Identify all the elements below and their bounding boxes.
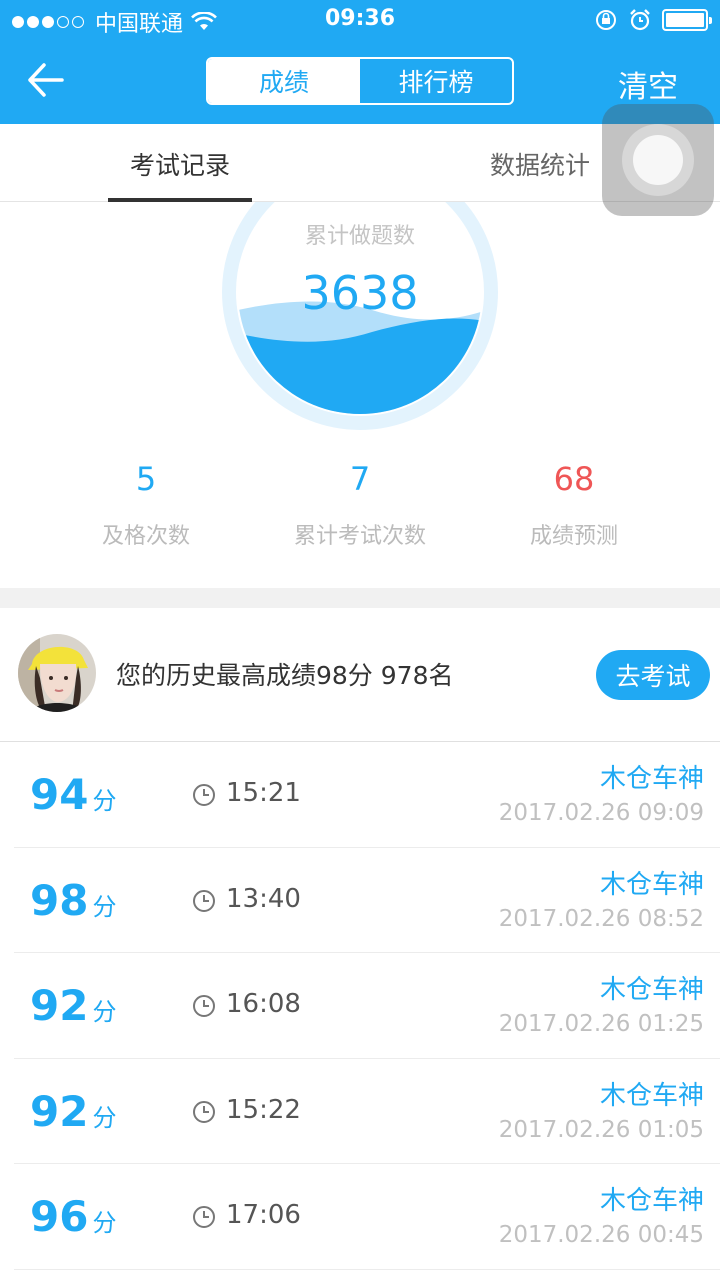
clock-icon bbox=[193, 1100, 215, 1123]
score-unit: 分 bbox=[92, 1209, 117, 1237]
list-item[interactable]: 92 分 15:22 木仓车神 2017.02.26 01:05 bbox=[14, 1059, 720, 1164]
list-item[interactable]: 92 分 16:08 木仓车神 2017.02.26 01:25 bbox=[14, 953, 720, 1059]
section-divider bbox=[0, 588, 720, 608]
record-score: 96 分 bbox=[30, 1192, 116, 1241]
tab-ranking[interactable]: 排行榜 bbox=[360, 59, 512, 103]
clear-button[interactable]: 清空 bbox=[618, 62, 678, 106]
record-username: 木仓车神 bbox=[599, 869, 704, 900]
score-unit: 分 bbox=[92, 787, 117, 815]
stat-score-prediction: 68 成绩预测 bbox=[464, 460, 684, 550]
score-value: 96 bbox=[30, 1192, 89, 1241]
score-value: 92 bbox=[30, 981, 89, 1030]
record-duration: 15:21 bbox=[226, 778, 301, 808]
record-score: 92 分 bbox=[30, 981, 116, 1030]
list-item[interactable]: 94 分 15:21 木仓车神 2017.02.26 09:09 bbox=[14, 742, 720, 848]
gauge-value: 3638 bbox=[301, 266, 419, 320]
assistive-touch-icon bbox=[622, 124, 694, 196]
stat-value: 5 bbox=[135, 460, 157, 498]
record-duration: 13:40 bbox=[226, 883, 301, 914]
list-item[interactable]: 96 分 17:06 木仓车神 2017.02.26 00:45 bbox=[14, 1164, 720, 1270]
avatar[interactable] bbox=[18, 634, 96, 712]
status-bar: 中国联通 09:36 bbox=[0, 0, 720, 40]
record-score: 98 分 bbox=[30, 876, 116, 925]
record-duration: 15:22 bbox=[226, 1094, 301, 1125]
segmented-control: 成绩 排行榜 bbox=[206, 57, 514, 105]
stat-label: 累计考试次数 bbox=[293, 524, 426, 549]
clock-icon bbox=[193, 1206, 215, 1228]
record-date: 2017.02.26 01:25 bbox=[498, 1011, 704, 1037]
tab-scores[interactable]: 成绩 bbox=[208, 59, 360, 103]
record-username: 木仓车神 bbox=[599, 1186, 704, 1216]
stat-label: 成绩预测 bbox=[529, 524, 618, 549]
back-arrow-icon bbox=[28, 63, 64, 97]
clock-icon bbox=[193, 784, 215, 806]
stat-exam-count: 7 累计考试次数 bbox=[250, 460, 470, 550]
record-date: 2017.02.26 09:09 bbox=[498, 800, 704, 826]
record-username: 木仓车神 bbox=[599, 1080, 704, 1111]
stat-value: 68 bbox=[553, 460, 595, 498]
record-date: 2017.02.26 01:05 bbox=[498, 1116, 704, 1143]
score-unit: 分 bbox=[92, 892, 117, 921]
best-score-row: 您的历史最高成绩98分 978名 去考试 bbox=[0, 608, 720, 742]
start-exam-button[interactable]: 去考试 bbox=[596, 650, 710, 700]
record-duration: 17:06 bbox=[226, 1200, 301, 1230]
battery-icon bbox=[662, 9, 712, 31]
gauge-label: 累计做题数 bbox=[304, 224, 415, 249]
stat-pass-count: 5 及格次数 bbox=[36, 460, 256, 550]
stat-label: 及格次数 bbox=[101, 524, 190, 549]
score-value: 98 bbox=[30, 875, 89, 925]
alarm-icon bbox=[630, 9, 650, 31]
best-score-text: 您的历史最高成绩98分 978名 bbox=[116, 661, 454, 690]
score-unit: 分 bbox=[92, 998, 117, 1026]
tab-data-statistics[interactable]: 数据统计 bbox=[468, 146, 612, 182]
user-avatar-icon bbox=[18, 634, 96, 712]
clock-icon bbox=[193, 889, 215, 912]
assistive-touch-button[interactable] bbox=[602, 104, 714, 216]
record-username: 木仓车神 bbox=[599, 975, 704, 1005]
list-item[interactable]: 98 分 13:40 木仓车神 2017.02.26 08:52 bbox=[14, 848, 720, 953]
score-value: 94 bbox=[30, 770, 89, 819]
record-date: 2017.02.26 00:45 bbox=[498, 1222, 704, 1248]
record-score: 92 分 bbox=[30, 1087, 116, 1136]
record-duration: 16:08 bbox=[226, 989, 301, 1019]
tab-exam-records[interactable]: 考试记录 bbox=[108, 146, 252, 182]
record-username: 木仓车神 bbox=[599, 764, 704, 794]
status-right bbox=[594, 8, 712, 32]
back-button[interactable] bbox=[22, 58, 72, 102]
score-unit: 分 bbox=[92, 1103, 117, 1132]
clock-icon bbox=[193, 995, 215, 1017]
record-date: 2017.02.26 08:52 bbox=[498, 905, 704, 932]
record-score: 94 分 bbox=[30, 770, 116, 819]
rotation-lock-icon bbox=[596, 10, 616, 30]
score-value: 92 bbox=[30, 1086, 89, 1136]
stat-value: 7 bbox=[349, 460, 371, 498]
exam-record-list: 94 分 15:21 木仓车神 2017.02.26 09:09 98 分 13:4… bbox=[0, 742, 720, 1270]
